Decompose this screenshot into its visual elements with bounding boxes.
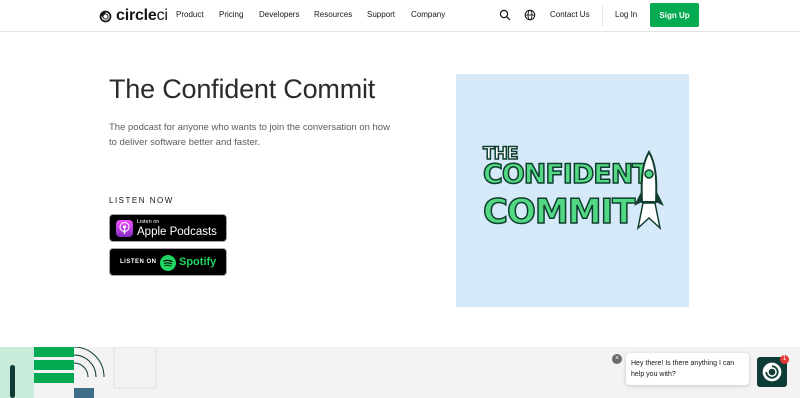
spotify-icon <box>160 255 176 271</box>
spotify-button[interactable]: LISTEN ON Spotify <box>109 248 227 276</box>
nav-item-support[interactable]: Support <box>367 10 395 19</box>
podcast-cover-art: THE CONFIDENT COMMIT <box>456 74 689 307</box>
spotify-badge-prefix: LISTEN ON <box>120 259 157 265</box>
circleci-logo[interactable]: circleci <box>99 8 168 24</box>
listen-now-heading: LISTEN NOW <box>109 196 174 205</box>
cover-line-commit: COMMIT <box>482 191 636 233</box>
chat-icon <box>762 362 782 382</box>
search-icon[interactable] <box>499 9 511 21</box>
nav-item-resources[interactable]: Resources <box>314 10 352 19</box>
chat-greeting-bubble[interactable]: Hey there! Is there anything I can help … <box>626 353 749 385</box>
page: circleci Product Pricing Developers Reso… <box>0 0 800 398</box>
spotify-badge-label: Spotify <box>179 256 217 268</box>
globe-icon[interactable] <box>524 9 536 21</box>
nav-item-product[interactable]: Product <box>176 10 204 19</box>
apple-badge-label: Apple Podcasts <box>137 226 217 238</box>
page-title: The Confident Commit <box>109 74 376 104</box>
site-header: circleci Product Pricing Developers Reso… <box>0 0 800 32</box>
cover-line-confident: CONFIDENT <box>482 158 651 191</box>
chat-close-icon[interactable]: × <box>612 354 622 364</box>
podcast-icon <box>116 220 133 237</box>
contact-us-link[interactable]: Contact Us <box>550 10 590 19</box>
rocket-icon <box>634 150 664 231</box>
decorative-graphic <box>0 347 157 398</box>
nav-item-developers[interactable]: Developers <box>259 10 299 19</box>
apple-podcasts-button[interactable]: Listen on Apple Podcasts <box>109 214 227 242</box>
page-description: The podcast for anyone who wants to join… <box>109 122 390 148</box>
nav-item-pricing[interactable]: Pricing <box>219 10 243 19</box>
header-divider <box>602 6 603 26</box>
logo-wordmark: circleci <box>116 7 168 24</box>
nav-item-company[interactable]: Company <box>411 10 445 19</box>
circleci-logo-icon <box>99 10 112 22</box>
chat-unread-badge: 1 <box>780 355 789 364</box>
login-link[interactable]: Log In <box>615 10 637 19</box>
signup-button[interactable]: Sign Up <box>650 3 699 27</box>
apple-badge-small-text: Listen on <box>137 219 160 225</box>
